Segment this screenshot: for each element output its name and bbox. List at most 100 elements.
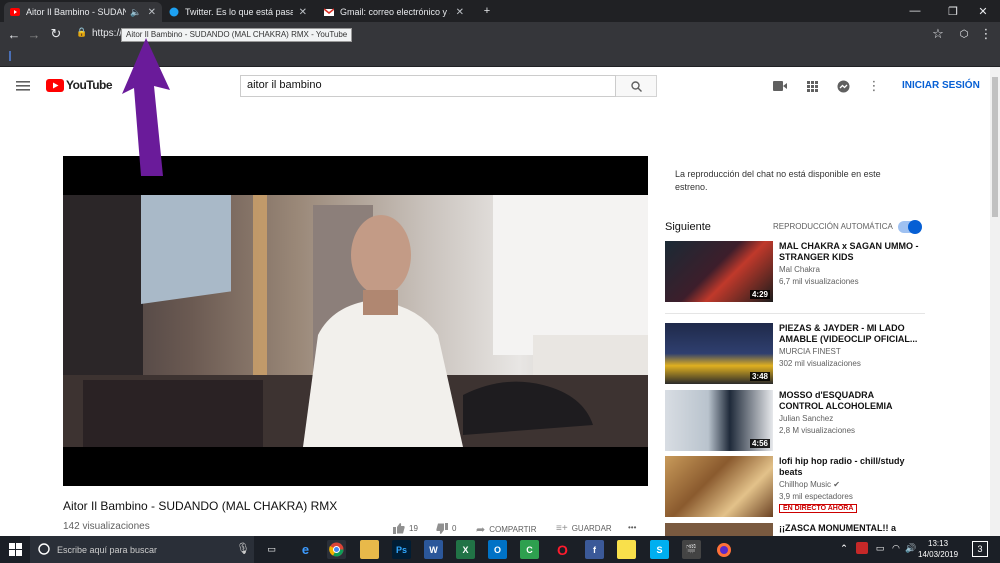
restore-icon[interactable]: ❐ — [936, 0, 970, 22]
edge-icon[interactable]: e — [296, 540, 315, 559]
photoshop-icon[interactable]: Ps — [392, 540, 411, 559]
volume-icon[interactable]: 🔊 — [904, 541, 918, 555]
annotation-arrow-icon — [122, 38, 170, 176]
hamburger-menu-icon[interactable] — [16, 79, 30, 97]
recommendation-title[interactable]: lofi hip hop radio - chill/study beats — [779, 456, 919, 478]
share-button[interactable]: ➦ COMPARTIR — [476, 523, 536, 536]
more-actions-button[interactable]: ••• — [628, 523, 636, 532]
gmail-favicon-icon — [323, 7, 335, 17]
search-input[interactable]: aitor il bambino — [240, 75, 616, 97]
channel-name[interactable]: Chillhop Music ✔ — [779, 480, 840, 489]
recommendation-item[interactable]: 4:56 MOSSO d'ESQUADRA CONTROL ALCOHOLEMI… — [665, 390, 925, 451]
wifi-icon[interactable]: ◠ — [889, 541, 903, 555]
channel-name[interactable]: Mal Chakra — [779, 265, 820, 274]
video-player[interactable] — [63, 156, 648, 486]
taskbar-clock[interactable]: 13:13 14/03/2019 — [918, 538, 958, 560]
movie-maker-icon[interactable]: 🎬 — [682, 540, 701, 559]
excel-icon[interactable]: X — [456, 540, 475, 559]
video-thumbnail[interactable]: 3:48 — [665, 323, 773, 384]
channel-name[interactable]: Julian Sanchez — [779, 414, 833, 423]
close-tab-icon[interactable]: ✕ — [299, 7, 307, 18]
signin-button[interactable]: INICIAR SESIÓN — [902, 80, 980, 91]
firefox-icon[interactable] — [714, 540, 733, 559]
recommendation-item[interactable]: 4:29 MAL CHAKRA x SAGAN UMMO - STRANGER … — [665, 241, 925, 302]
recommendation-item[interactable]: ¡¡ZASCA MONUMENTAL!! a — [665, 523, 925, 536]
recommendation-title[interactable]: MOSSO d'ESQUADRA CONTROL ALCOHOLEMIA — [779, 390, 919, 412]
file-explorer-icon[interactable] — [360, 540, 379, 559]
notification-center-icon[interactable]: 3 — [972, 541, 988, 557]
clock-date: 14/03/2019 — [918, 550, 959, 559]
video-thumbnail[interactable]: 4:29 — [665, 241, 773, 302]
thumbs-up-icon — [393, 523, 405, 534]
autoplay-label: REPRODUCCIÓN AUTOMÁTICA — [773, 222, 893, 231]
back-arrow-icon[interactable]: ← — [4, 24, 24, 44]
chrome-icon[interactable] — [327, 540, 346, 559]
windows-start-icon[interactable] — [9, 543, 22, 561]
minimize-icon[interactable]: — — [898, 0, 932, 22]
chat-unavailable-note: La reproducción del chat no está disponi… — [675, 169, 881, 192]
recommendation-title[interactable]: MAL CHAKRA x SAGAN UMMO - STRANGER KIDS — [779, 241, 919, 263]
forward-arrow-icon[interactable]: → — [24, 24, 44, 44]
search-icon — [630, 80, 642, 92]
taskbar-search-input[interactable]: Escribe aquí para buscar 🎙 — [30, 536, 254, 563]
save-button[interactable]: ≡+ GUARDAR — [556, 523, 612, 534]
view-count: 302 mil visualizaciones — [779, 359, 861, 368]
tab-gmail[interactable]: Gmail: correo electrónico y alma ✕ — [318, 2, 470, 22]
more-options-icon[interactable]: ⋮ — [865, 77, 883, 95]
video-still-image — [63, 195, 648, 447]
youtube-logo-icon — [46, 78, 64, 92]
apps-grid-icon[interactable] — [803, 77, 821, 95]
video-title: Aitor Il Bambino - SUDANDO (MAL CHAKRA) … — [63, 499, 338, 513]
channel-name[interactable]: MURCIA FINEST — [779, 347, 841, 356]
battery-icon[interactable]: ▭ — [873, 541, 887, 555]
create-video-icon[interactable] — [771, 77, 789, 95]
speaker-icon[interactable]: 🔈 — [130, 7, 141, 18]
logo-text: YouTube — [66, 78, 113, 92]
recommendation-item[interactable]: 3:48 PIEZAS & JAYDER - MI LADO AMABLE (V… — [665, 323, 925, 384]
clock-time: 13:13 — [928, 539, 949, 548]
new-tab-button[interactable]: + — [476, 0, 498, 22]
tray-app-icon[interactable] — [856, 542, 868, 554]
video-thumbnail[interactable] — [665, 523, 773, 536]
reload-icon[interactable]: ↻ — [46, 24, 66, 44]
video-thumbnail[interactable]: 4:56 — [665, 390, 773, 451]
thumbs-down-icon — [436, 523, 448, 534]
view-count: 142 visualizaciones — [63, 521, 150, 532]
like-button[interactable]: 19 — [393, 523, 418, 534]
camtasia-icon[interactable]: C — [520, 540, 539, 559]
microphone-icon[interactable]: 🎙 — [236, 542, 250, 555]
search-button[interactable] — [616, 75, 657, 97]
tray-chevron-icon[interactable]: ⌃ — [838, 541, 850, 555]
close-tab-icon[interactable]: ✕ — [456, 7, 464, 18]
opera-icon[interactable]: O — [553, 540, 572, 559]
star-icon[interactable]: ☆ — [928, 24, 948, 44]
word-icon[interactable]: W — [424, 540, 443, 559]
dislike-button[interactable]: 0 — [436, 523, 456, 534]
chrome-menu-icon[interactable]: ⋮ — [976, 24, 996, 44]
sticky-notes-icon[interactable] — [617, 540, 636, 559]
autoplay-toggle[interactable] — [898, 220, 922, 234]
playlist-add-icon: ≡+ — [556, 523, 568, 534]
video-thumbnail[interactable] — [665, 456, 773, 517]
recommendation-item[interactable]: lofi hip hop radio - chill/study beats C… — [665, 456, 925, 517]
verified-icon: ✔ — [833, 480, 840, 489]
facebook-icon[interactable]: f — [585, 540, 604, 559]
share-icon: ➦ — [476, 524, 486, 536]
extension-icon[interactable]: ⬡ — [954, 24, 974, 44]
page-scrollbar[interactable] — [990, 67, 1000, 536]
recommendation-title[interactable]: ¡¡ZASCA MONUMENTAL!! a — [779, 523, 919, 534]
tab-youtube[interactable]: Aitor Il Bambino - SUDANDO 🔈 ✕ — [4, 2, 162, 22]
close-tab-icon[interactable]: ✕ — [148, 7, 156, 18]
search-circle-icon — [38, 543, 50, 557]
skype-icon[interactable]: S — [650, 540, 669, 559]
outlook-icon[interactable]: O — [488, 540, 507, 559]
tab-twitter[interactable]: Twitter. Es lo que está pasando. ✕ — [163, 2, 313, 22]
close-window-icon[interactable]: ✕ — [966, 0, 1000, 22]
scrollbar-thumb[interactable] — [992, 77, 998, 217]
lock-icon: 🔒 — [76, 27, 88, 37]
messages-icon[interactable] — [834, 77, 852, 95]
task-view-icon[interactable]: ▭ — [262, 540, 281, 559]
tab-title: Twitter. Es lo que está pasando. — [185, 7, 293, 17]
recommendation-title[interactable]: PIEZAS & JAYDER - MI LADO AMABLE (VIDEOC… — [779, 323, 919, 345]
youtube-logo[interactable]: YouTube — [46, 78, 113, 92]
